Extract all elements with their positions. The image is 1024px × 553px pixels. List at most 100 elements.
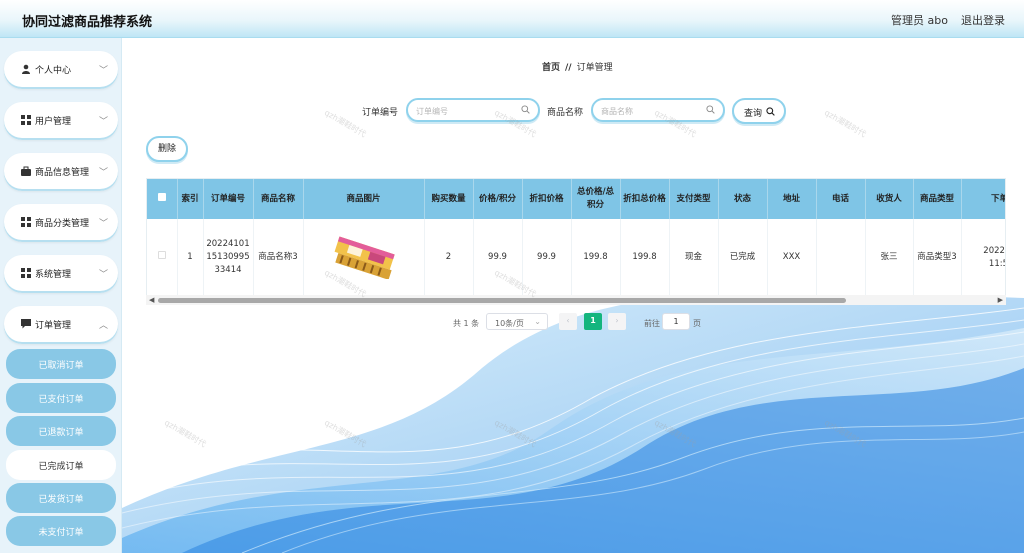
scroll-left-icon[interactable]: ◀: [149, 296, 154, 304]
cell-status: 已完成: [718, 219, 768, 298]
submenu-cancelled-orders[interactable]: 已取消订单: [6, 349, 116, 379]
submenu-shipped-orders[interactable]: 已发货订单: [6, 483, 116, 513]
admin-user-label: 管理员 abo: [891, 14, 948, 27]
product-name-input[interactable]: [601, 104, 701, 118]
column-header: 地址: [767, 179, 817, 219]
cell-product-type: 商品类型3: [913, 219, 962, 298]
column-header: 状态: [718, 179, 768, 219]
column-header: 购买数量: [424, 179, 474, 219]
sidebar-item-orders[interactable]: 订单管理 ︿: [4, 306, 118, 344]
cell-address: XXX: [767, 219, 817, 298]
chevron-down-icon: ﹀: [98, 117, 108, 127]
chevron-down-icon: ⌄: [534, 317, 541, 326]
chevron-down-icon: ﹀: [98, 66, 108, 76]
chevron-down-icon: ﹀: [98, 168, 108, 178]
column-header: 索引: [177, 179, 204, 219]
select-all-checkbox[interactable]: [157, 192, 166, 201]
sidebar-item-label: 商品信息管理: [35, 168, 90, 178]
sidebar-item-user-management[interactable]: 用户管理 ﹀: [4, 102, 118, 140]
cell-receiver: 张三: [865, 219, 914, 298]
product-name-label: 商品名称: [547, 108, 584, 118]
select-all-cell: [147, 179, 178, 219]
sidebar-item-product-info[interactable]: 商品信息管理 ﹀: [4, 153, 118, 191]
column-header: 订单编号: [203, 179, 254, 219]
cell-phone: [816, 219, 866, 298]
app-title: 协同过滤商品推荐系统: [22, 15, 153, 30]
submenu-paid-orders[interactable]: 已支付订单: [6, 383, 116, 413]
row-checkbox[interactable]: [157, 251, 166, 260]
column-header: 价格/积分: [473, 179, 523, 219]
query-button-label: 查询: [744, 109, 763, 119]
submenu-refunded-orders[interactable]: 已退款订单: [6, 416, 116, 446]
sidebar-item-label: 商品分类管理: [35, 219, 90, 229]
page-size-value: 10条/页: [495, 319, 524, 328]
sidebar-item-label: 个人中心: [35, 66, 72, 76]
order-number-label: 订单编号: [362, 108, 399, 118]
breadcrumb-separator: //: [565, 63, 572, 73]
cell-pay-type: 现金: [669, 219, 719, 298]
goto-label: 前往: [644, 319, 660, 328]
row-select-cell: [147, 219, 178, 298]
logout-link[interactable]: 退出登录: [961, 12, 1005, 28]
main-content: 首页 // 订单管理 订单编号 商品名称 查询 删除 索引 订单编号: [122, 38, 1024, 553]
column-header: 支付类型: [669, 179, 719, 219]
submenu-completed-orders[interactable]: 已完成订单: [6, 450, 116, 480]
cell-discount-total: 199.8: [620, 219, 670, 298]
query-button[interactable]: 查询: [732, 98, 786, 124]
search-icon: [766, 107, 775, 116]
orders-table: 索引 订单编号 商品名称 商品图片 购买数量 价格/积分 折扣价格 总价格/总积…: [146, 178, 1006, 304]
table-header-row: 索引 订单编号 商品名称 商品图片 购买数量 价格/积分 折扣价格 总价格/总积…: [147, 179, 1005, 219]
horizontal-scrollbar[interactable]: ◀ ▶: [146, 295, 1006, 305]
chevron-down-icon: ﹀: [98, 219, 108, 229]
user-icon: [22, 64, 30, 74]
page-number-active[interactable]: 1: [584, 313, 602, 330]
cell-order-time: 2022-04-10 11:52:34: [961, 219, 1005, 298]
column-header: 商品类型: [913, 179, 962, 219]
goto-page-input[interactable]: 1: [662, 313, 690, 330]
sidebar-item-category[interactable]: 商品分类管理 ﹀: [4, 204, 118, 242]
cell-product-image: [303, 219, 425, 298]
search-icon: [706, 105, 715, 114]
column-header: 折扣总价格: [620, 179, 670, 219]
cell-total: 199.8: [571, 219, 621, 298]
briefcase-icon: [21, 166, 31, 176]
chevron-up-icon: ︿: [98, 321, 108, 331]
column-header: 电话: [816, 179, 866, 219]
chat-icon: [21, 319, 31, 329]
search-icon: [521, 105, 530, 114]
page-size-select[interactable]: 10条/页 ⌄: [486, 313, 548, 330]
cell-product-name: 商品名称3: [253, 219, 304, 298]
pagination: 共 1 条 10条/页 ⌄ ‹ 1 › 前往 1 页: [122, 312, 1024, 332]
grid-icon: [21, 217, 31, 227]
column-header: 下单时间: [961, 179, 1005, 219]
column-header: 商品图片: [303, 179, 425, 219]
sidebar-item-personal-center[interactable]: 个人中心 ﹀: [4, 51, 118, 89]
next-page-button[interactable]: ›: [608, 313, 626, 330]
table-row[interactable]: 1 2022410115130995 33414 商品名称3 2 99.9 99…: [147, 219, 1005, 298]
breadcrumb-current: 订单管理: [576, 63, 613, 73]
scrollbar-thumb[interactable]: [158, 298, 846, 303]
sidebar: 个人中心 ﹀ 用户管理 ﹀ 商品信息管理 ﹀ 商品分类管理 ﹀ 系统管理 ﹀ 订…: [0, 38, 122, 553]
breadcrumb: 首页 // 订单管理: [542, 60, 613, 73]
grid-icon: [21, 268, 31, 278]
breadcrumb-home[interactable]: 首页: [542, 63, 560, 73]
page-suffix-label: 页: [693, 319, 701, 328]
cell-quantity: 2: [424, 219, 474, 298]
prev-page-button[interactable]: ‹: [559, 313, 577, 330]
sidebar-item-system[interactable]: 系统管理 ﹀: [4, 255, 118, 293]
grid-icon: [21, 115, 31, 125]
column-header: 收货人: [865, 179, 914, 219]
column-header: 折扣价格: [522, 179, 572, 219]
chevron-down-icon: ﹀: [98, 270, 108, 280]
sidebar-item-label: 系统管理: [35, 270, 72, 280]
sidebar-item-label: 用户管理: [35, 117, 72, 127]
submenu-unpaid-orders[interactable]: 未支付订单: [6, 516, 116, 546]
column-header: 总价格/总积分: [571, 179, 621, 219]
order-number-field[interactable]: [406, 98, 540, 122]
cell-index: 1: [177, 219, 204, 298]
delete-button[interactable]: 删除: [146, 136, 188, 162]
product-image: [334, 236, 395, 280]
cell-order-number: 2022410115130995 33414: [203, 219, 254, 298]
scroll-right-icon[interactable]: ▶: [998, 296, 1003, 304]
top-header: 协同过滤商品推荐系统 管理员 abo 退出登录: [0, 0, 1024, 38]
